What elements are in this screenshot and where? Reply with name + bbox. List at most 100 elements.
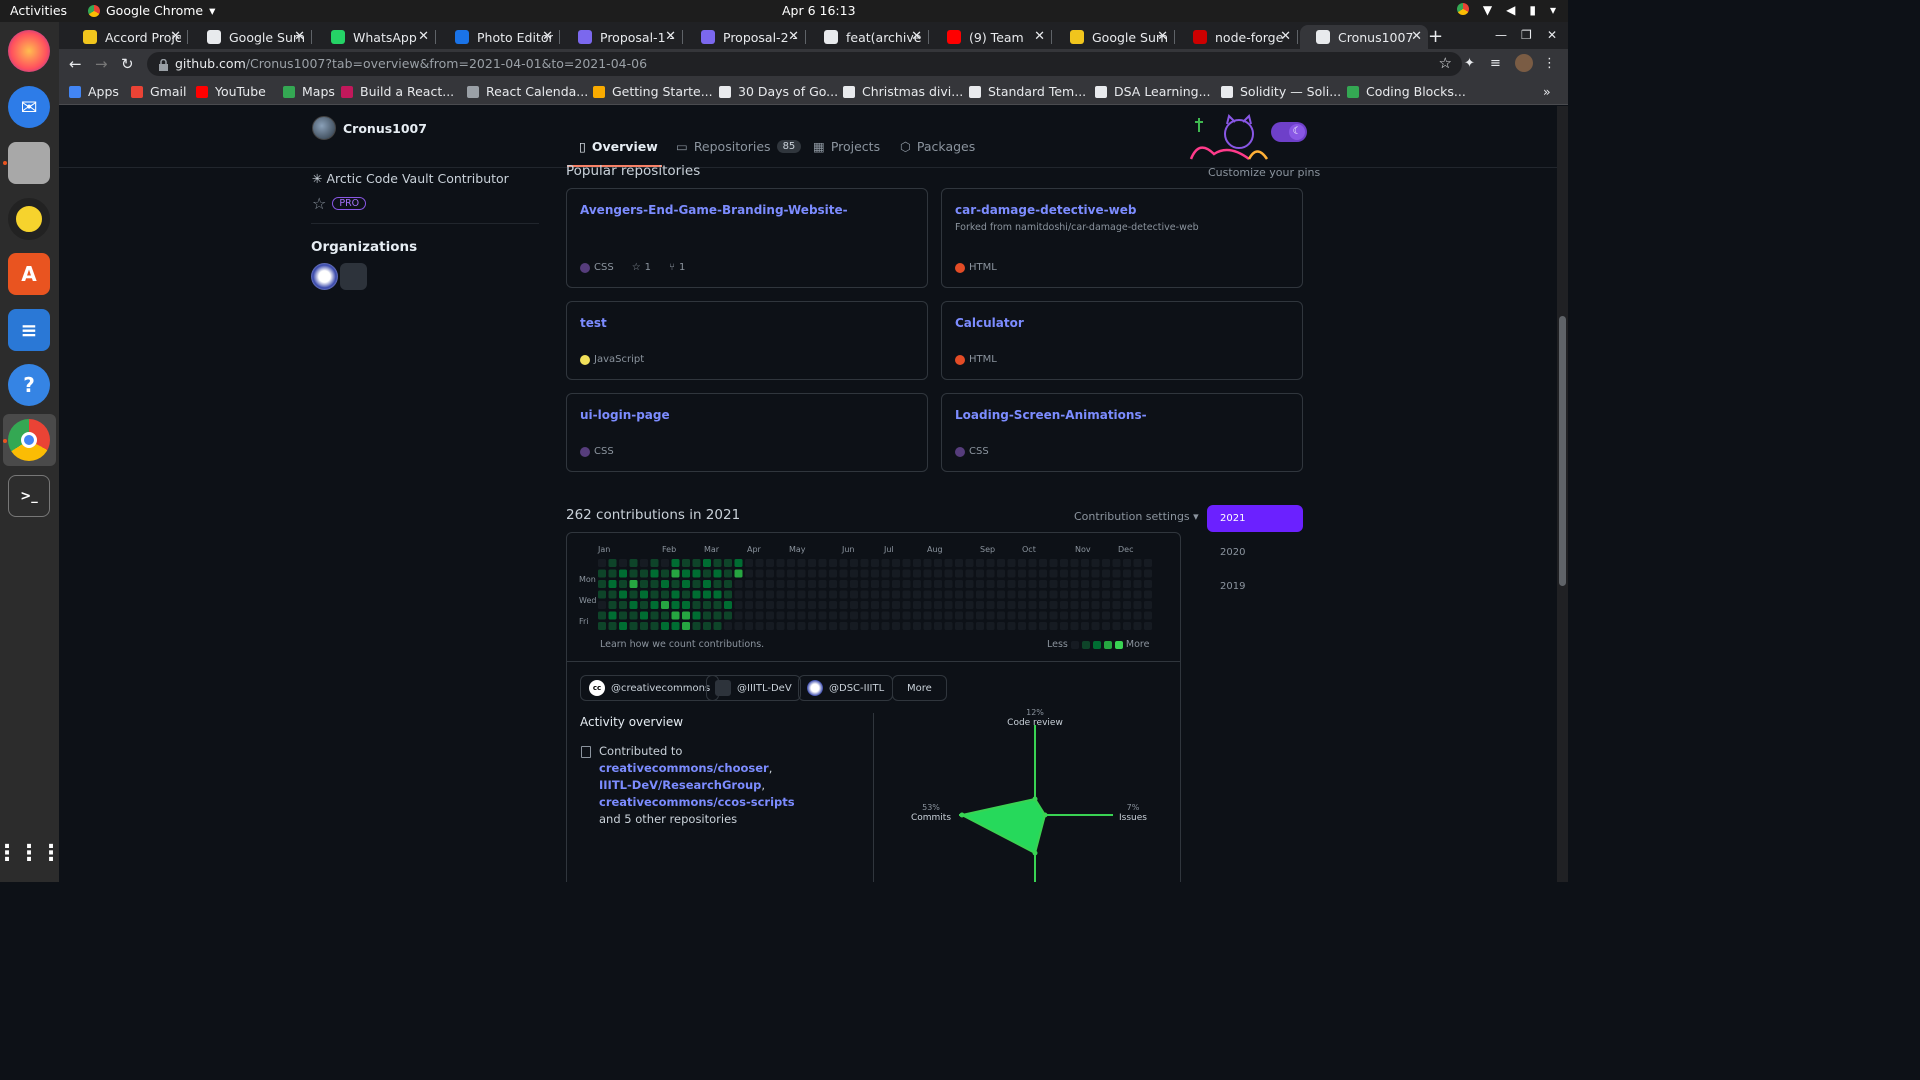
year-2021[interactable]: 2021 xyxy=(1207,505,1303,532)
contribution-day-cell[interactable] xyxy=(818,611,827,620)
contribution-day-cell[interactable] xyxy=(619,590,627,599)
contribution-day-cell[interactable] xyxy=(955,569,963,578)
browser-tab[interactable]: Google Sum ✕ xyxy=(191,25,312,49)
contribution-day-cell[interactable] xyxy=(1007,611,1016,620)
contribution-day-cell[interactable] xyxy=(1060,601,1068,609)
contribution-day-cell[interactable] xyxy=(640,622,648,630)
contribution-day-cell[interactable] xyxy=(976,590,984,599)
contribution-day-cell[interactable] xyxy=(965,622,974,630)
contribution-day-cell[interactable] xyxy=(892,559,900,567)
contribution-day-cell[interactable] xyxy=(839,580,848,588)
contribution-day-cell[interactable] xyxy=(1144,559,1152,567)
contribution-day-cell[interactable] xyxy=(818,569,827,578)
contribution-day-cell[interactable] xyxy=(1060,622,1068,630)
bookmark-item[interactable]: Standard Tem... xyxy=(969,84,1086,99)
contribution-day-cell[interactable] xyxy=(724,569,732,578)
contribution-day-cell[interactable] xyxy=(787,569,795,578)
browser-tab[interactable]: Proposal-1 - ✕ xyxy=(562,25,683,49)
contribution-day-cell[interactable] xyxy=(892,611,900,620)
contribution-day-cell[interactable] xyxy=(598,611,606,620)
contribution-day-cell[interactable] xyxy=(955,601,963,609)
contribution-day-cell[interactable] xyxy=(1049,601,1058,609)
contribution-day-cell[interactable] xyxy=(755,569,764,578)
contribution-day-cell[interactable] xyxy=(1102,622,1110,630)
contribution-day-cell[interactable] xyxy=(997,559,1005,567)
contribution-day-cell[interactable] xyxy=(797,622,806,630)
close-tab-icon[interactable]: ✕ xyxy=(294,29,305,44)
extensions-icon[interactable]: ✦ xyxy=(1464,56,1475,71)
contribution-day-cell[interactable] xyxy=(902,559,911,567)
contribution-day-cell[interactable] xyxy=(797,611,806,620)
contribution-day-cell[interactable] xyxy=(766,601,774,609)
contribution-day-cell[interactable] xyxy=(944,622,953,630)
contribution-day-cell[interactable] xyxy=(871,590,879,599)
contribution-day-cell[interactable] xyxy=(755,611,764,620)
contribution-day-cell[interactable] xyxy=(871,611,879,620)
contribution-day-cell[interactable] xyxy=(1060,590,1068,599)
achievement[interactable]: ✳ Arctic Code Vault Contributor xyxy=(312,171,509,186)
browser-tab[interactable]: Photo Editor ✕ xyxy=(439,25,560,49)
contribution-day-cell[interactable] xyxy=(661,601,669,609)
tab-active[interactable]: Cronus1007 ✕ xyxy=(1300,25,1428,49)
close-tab-icon[interactable]: ✕ xyxy=(542,29,553,44)
contribution-day-cell[interactable] xyxy=(1028,590,1037,599)
org-filter-iiitl-dev[interactable]: @IIITL-DeV xyxy=(706,675,801,701)
contribution-day-cell[interactable] xyxy=(1070,559,1079,567)
contribution-day-cell[interactable] xyxy=(682,622,690,630)
contribution-day-cell[interactable] xyxy=(1018,580,1026,588)
year-2019[interactable]: 2019 xyxy=(1207,573,1303,600)
contribution-day-cell[interactable] xyxy=(1144,622,1152,630)
contribution-day-cell[interactable] xyxy=(734,601,743,609)
contribution-day-cell[interactable] xyxy=(734,622,743,630)
contribution-day-cell[interactable] xyxy=(745,569,753,578)
contribution-day-cell[interactable] xyxy=(745,601,753,609)
contribution-day-cell[interactable] xyxy=(808,611,816,620)
bookmark-item[interactable]: Apps xyxy=(69,84,119,99)
contribution-day-cell[interactable] xyxy=(839,601,848,609)
contribution-day-cell[interactable] xyxy=(724,559,732,567)
contribution-day-cell[interactable] xyxy=(1007,622,1016,630)
contribution-day-cell[interactable] xyxy=(1060,611,1068,620)
contribution-day-cell[interactable] xyxy=(829,580,837,588)
contribution-day-cell[interactable] xyxy=(965,601,974,609)
contribution-day-cell[interactable] xyxy=(629,590,638,599)
contribution-day-cell[interactable] xyxy=(1028,601,1037,609)
contribution-day-cell[interactable] xyxy=(608,559,617,567)
app-menu[interactable]: Google Chrome ▾ xyxy=(88,3,215,18)
contribution-day-cell[interactable] xyxy=(1081,601,1089,609)
contribution-day-cell[interactable] xyxy=(713,622,722,630)
contribution-day-cell[interactable] xyxy=(703,569,711,578)
contribution-day-cell[interactable] xyxy=(1007,580,1016,588)
contribution-day-cell[interactable] xyxy=(598,580,606,588)
software-center-icon[interactable]: A xyxy=(8,253,50,295)
contribution-day-cell[interactable] xyxy=(923,559,932,567)
contribution-day-cell[interactable] xyxy=(776,590,785,599)
bookmark-item[interactable]: React Calenda... xyxy=(467,84,588,99)
browser-tab[interactable]: (9) Team ✕ xyxy=(931,25,1052,49)
contribution-day-cell[interactable] xyxy=(902,590,911,599)
bookmark-item[interactable]: Solidity — Soli... xyxy=(1221,84,1341,99)
contribution-day-cell[interactable] xyxy=(944,611,953,620)
contribution-day-cell[interactable] xyxy=(955,590,963,599)
minimize-button[interactable]: — xyxy=(1495,28,1507,42)
contribution-day-cell[interactable] xyxy=(1112,590,1121,599)
contribution-day-cell[interactable] xyxy=(892,622,900,630)
contribution-day-cell[interactable] xyxy=(1007,590,1016,599)
contribution-day-cell[interactable] xyxy=(860,580,869,588)
contribution-day-cell[interactable] xyxy=(934,622,942,630)
contribution-day-cell[interactable] xyxy=(965,611,974,620)
contribution-day-cell[interactable] xyxy=(923,569,932,578)
contribution-day-cell[interactable] xyxy=(818,590,827,599)
contribution-day-cell[interactable] xyxy=(881,590,890,599)
contribution-day-cell[interactable] xyxy=(766,580,774,588)
contribution-day-cell[interactable] xyxy=(1018,590,1026,599)
contribution-day-cell[interactable] xyxy=(1007,601,1016,609)
contribution-day-cell[interactable] xyxy=(776,569,785,578)
contribution-day-cell[interactable] xyxy=(1007,569,1016,578)
username[interactable]: Cronus1007 xyxy=(343,121,427,136)
contribution-day-cell[interactable] xyxy=(1102,590,1110,599)
contribution-day-cell[interactable] xyxy=(965,580,974,588)
terminal-icon[interactable]: >_ xyxy=(8,475,50,517)
close-tab-icon[interactable]: ✕ xyxy=(1280,29,1291,44)
contribution-day-cell[interactable] xyxy=(640,601,648,609)
